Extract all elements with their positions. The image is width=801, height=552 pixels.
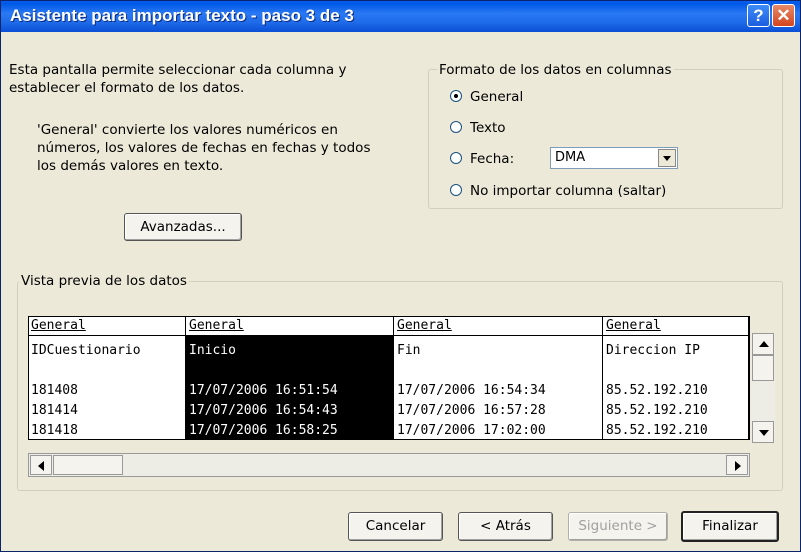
column-header[interactable]: General (397, 317, 452, 334)
table-cell: 181408 (31, 383, 78, 398)
scroll-up-button[interactable] (752, 333, 774, 355)
table-cell: 85.52.192.210 (606, 383, 708, 398)
data-preview-grid[interactable]: General General General General IDCuesti… (28, 316, 750, 440)
table-cell: 17/07/2006 16:54:43 (189, 403, 338, 418)
radio-text-label: Texto (470, 120, 506, 136)
next-button[interactable]: Siguiente > (568, 512, 668, 541)
date-format-value: DMA (555, 150, 586, 165)
vertical-scroll-thumb[interactable] (752, 355, 774, 381)
format-legend: Formato de los datos en columnas (437, 62, 674, 78)
scroll-right-button[interactable] (726, 455, 748, 475)
radio-skip-label: No importar columna (saltar) (470, 183, 667, 199)
horizontal-scroll-thumb[interactable] (53, 455, 123, 475)
chevron-down-icon[interactable] (658, 149, 676, 167)
title-bar: Asistente para importar texto - paso 3 d… (1, 1, 800, 32)
radio-general-label: General (470, 89, 524, 105)
table-cell: Inicio (189, 343, 236, 358)
intro-text-line2: establecer el formato de los datos. (9, 80, 245, 96)
table-cell: 85.52.192.210 (606, 423, 708, 438)
table-cell: Direccion IP (606, 343, 700, 358)
horizontal-scrollbar[interactable] (28, 453, 750, 477)
column-divider[interactable] (602, 317, 603, 439)
header-separator (29, 335, 749, 336)
finish-button[interactable]: Finalizar (681, 511, 779, 542)
general-description-line2: números, los valores de fechas en fechas… (37, 140, 371, 156)
radio-text-circle[interactable] (450, 121, 462, 133)
cancel-button-label: Cancelar (365, 518, 426, 534)
column-header[interactable]: General (606, 317, 661, 334)
table-cell: 17/07/2006 16:51:54 (189, 383, 338, 398)
cancel-button[interactable]: Cancelar (348, 512, 443, 541)
table-cell: 181418 (31, 423, 78, 438)
arrow-left-icon (38, 461, 44, 471)
back-button-label: < Atrás (480, 518, 531, 534)
vertical-scrollbar[interactable] (751, 333, 775, 443)
help-button[interactable]: ? (747, 4, 770, 27)
arrow-up-icon (759, 341, 769, 347)
general-description-line3: los demás valores en texto. (37, 158, 224, 174)
back-button[interactable]: < Atrás (458, 512, 553, 541)
table-cell: IDCuestionario (31, 343, 141, 358)
advanced-button-label: Avanzadas... (140, 219, 226, 235)
column-divider[interactable] (185, 317, 186, 439)
window-title: Asistente para importar texto - paso 3 d… (10, 6, 354, 25)
next-button-label: Siguiente > (578, 518, 658, 534)
advanced-button[interactable]: Avanzadas... (124, 213, 242, 241)
arrow-right-icon (735, 461, 741, 471)
column-divider[interactable] (748, 317, 749, 439)
scroll-left-button[interactable] (30, 455, 52, 475)
column-header[interactable]: General (31, 317, 86, 334)
preview-legend: Vista previa de los datos (19, 273, 189, 289)
column-divider[interactable] (393, 317, 394, 439)
column-header[interactable]: General (189, 317, 244, 334)
radio-date-label: Fecha: (470, 151, 515, 167)
radio-skip-circle[interactable] (450, 184, 462, 196)
table-cell: 85.52.192.210 (606, 403, 708, 418)
table-cell: 181414 (31, 403, 78, 418)
table-cell: Fin (397, 343, 421, 358)
general-description-line1: 'General' convierte los valores numérico… (37, 122, 338, 138)
arrow-down-icon (759, 430, 769, 436)
intro-text-line1: Esta pantalla permite seleccionar cada c… (9, 62, 347, 78)
radio-date-circle[interactable] (450, 152, 462, 164)
date-format-dropdown[interactable]: DMA (550, 147, 678, 169)
import-wizard-dialog: Asistente para importar texto - paso 3 d… (0, 0, 801, 552)
close-button[interactable]: ✕ (772, 4, 795, 27)
table-cell: 17/07/2006 17:02:00 (397, 423, 546, 438)
radio-general-circle[interactable] (450, 90, 462, 102)
scroll-down-button[interactable] (752, 421, 774, 443)
table-cell: 17/07/2006 16:54:34 (397, 383, 546, 398)
finish-button-label: Finalizar (702, 518, 758, 534)
table-cell: 17/07/2006 16:58:25 (189, 423, 338, 438)
table-cell: 17/07/2006 16:57:28 (397, 403, 546, 418)
